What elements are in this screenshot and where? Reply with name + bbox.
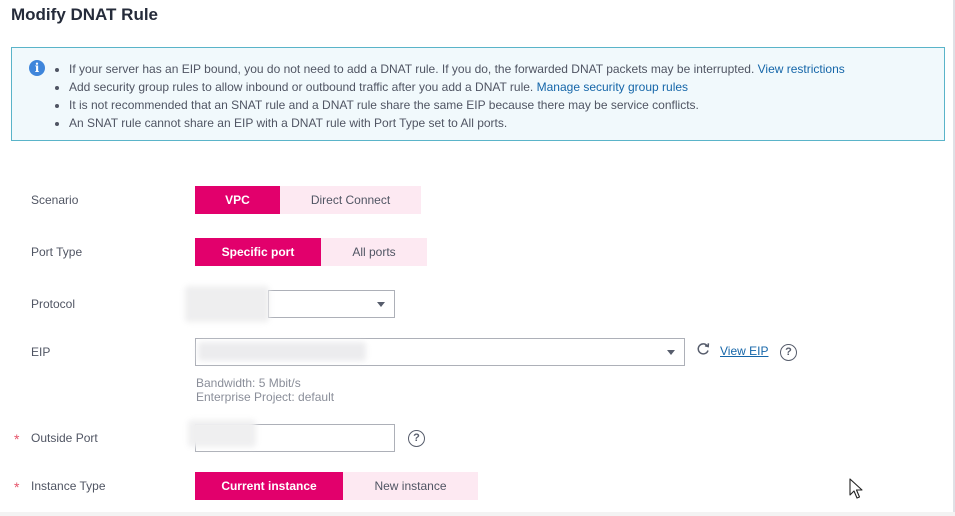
info-notice: i If your server has an EIP bound, you d… xyxy=(11,47,945,141)
required-marker: * xyxy=(14,479,20,495)
scenario-option-vpc[interactable]: VPC xyxy=(195,186,280,214)
port-type-option-specific[interactable]: Specific port xyxy=(195,238,321,266)
scenario-label: Scenario xyxy=(31,193,79,207)
protocol-select[interactable] xyxy=(268,290,395,318)
view-eip-link[interactable]: View EIP xyxy=(720,344,768,358)
mouse-pointer-icon xyxy=(849,478,863,499)
port-type-label: Port Type xyxy=(31,245,83,259)
chevron-down-icon xyxy=(377,302,385,307)
protocol-label: Protocol xyxy=(31,297,76,311)
instance-type-option-new[interactable]: New instance xyxy=(343,472,478,500)
question-circle-icon[interactable]: ? xyxy=(780,344,797,361)
refresh-icon[interactable] xyxy=(696,342,710,356)
eip-bandwidth: Bandwidth: 5 Mbit/s xyxy=(196,376,301,390)
notice-list: If your server has an EIP bound, you do … xyxy=(52,60,845,132)
question-circle-icon[interactable]: ? xyxy=(408,430,425,447)
chevron-down-icon xyxy=(667,350,675,355)
manage-security-group-rules-link[interactable]: Manage security group rules xyxy=(537,80,688,94)
outside-port-label: Outside Port xyxy=(31,431,98,445)
eip-enterprise-project: Enterprise Project: default xyxy=(196,390,335,404)
protocol-value-redacted xyxy=(185,286,269,322)
eip-value-redacted xyxy=(198,342,366,361)
port-type-option-all[interactable]: All ports xyxy=(321,238,427,266)
instance-type-option-current[interactable]: Current instance xyxy=(195,472,343,500)
notice-item: An SNAT rule cannot share an EIP with a … xyxy=(52,114,845,132)
scenario-option-direct-connect[interactable]: Direct Connect xyxy=(280,186,421,214)
notice-item: It is not recommended that an SNAT rule … xyxy=(52,96,845,114)
page-title: Modify DNAT Rule xyxy=(11,5,159,24)
notice-item: If your server has an EIP bound, you do … xyxy=(52,60,845,78)
outside-port-value-redacted xyxy=(188,420,256,447)
instance-type-label: Instance Type xyxy=(31,479,106,493)
notice-item: Add security group rules to allow inboun… xyxy=(52,78,845,96)
view-restrictions-link[interactable]: View restrictions xyxy=(758,62,845,76)
required-marker: * xyxy=(14,431,20,447)
info-icon: i xyxy=(29,60,45,76)
panel-bottom xyxy=(0,512,955,516)
eip-label: EIP xyxy=(31,345,51,359)
